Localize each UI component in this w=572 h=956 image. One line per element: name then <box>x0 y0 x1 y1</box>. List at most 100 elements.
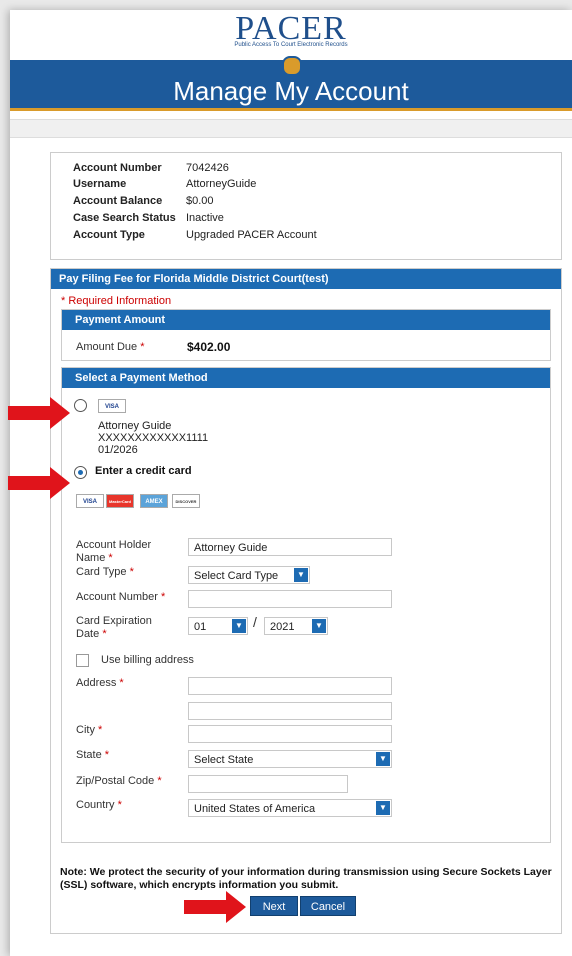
required-mark: * <box>117 799 122 811</box>
pacer-logo[interactable]: PACER Public Access To Court Electronic … <box>10 10 572 49</box>
required-mark: * <box>119 677 124 689</box>
username-row: Username AttorneyGuide <box>73 177 256 191</box>
expiry-year-select[interactable]: 2021 ▼ <box>264 617 328 635</box>
amex-icon: AMEX <box>140 494 168 508</box>
account-number-row: Account Number 7042426 <box>73 161 229 175</box>
use-billing-address-checkbox[interactable] <box>76 654 89 667</box>
saved-card-expiry: 01/2026 <box>98 444 138 456</box>
visa-card-icon: VISA <box>98 399 126 413</box>
account-summary: Account Number 7042426 Username AttorneyGu… <box>50 152 562 260</box>
card-type-label-text: Card Type <box>76 566 127 578</box>
required-info-note: * Required Information <box>61 295 172 307</box>
chevron-down-icon: ▼ <box>376 752 390 766</box>
required-mark: * <box>129 566 134 578</box>
card-expiration-label-text: Card Expiration Date <box>76 615 152 640</box>
required-mark: * <box>98 724 103 736</box>
address-line2-input[interactable] <box>188 702 392 720</box>
address-label-text: Address <box>76 677 117 689</box>
account-balance-label: Account Balance <box>73 195 163 207</box>
amount-due-value: $402.00 <box>187 340 231 354</box>
mastercard-icon: MasterCard <box>106 494 134 508</box>
zip-label: Zip/Postal Code * <box>76 775 162 788</box>
required-mark: * <box>140 341 145 353</box>
saved-card-radio[interactable] <box>74 399 87 412</box>
account-type-label: Account Type <box>73 229 145 241</box>
expiry-month-select[interactable]: 01 ▼ <box>188 617 248 635</box>
chevron-down-icon: ▼ <box>294 568 308 582</box>
username-value: AttorneyGuide <box>186 178 257 190</box>
toolbar-strip <box>10 119 572 138</box>
ssl-note: Note: We protect the security of your in… <box>60 866 552 891</box>
address-line1-input[interactable] <box>188 677 392 695</box>
payment-amount-header: Payment Amount <box>62 310 550 330</box>
account-type-row: Account Type Upgraded PACER Account <box>73 228 317 242</box>
country-label: Country * <box>76 799 122 812</box>
case-search-status-label: Case Search Status <box>73 212 176 224</box>
expiry-separator: / <box>253 614 257 630</box>
card-expiration-label: Card Expiration Date * <box>76 615 166 641</box>
enter-card-radio[interactable] <box>74 466 87 479</box>
payment-method-section: Select a Payment Method VISA Attorney Gu… <box>61 367 551 843</box>
expiry-year-value: 2021 <box>270 621 295 633</box>
pillar-icon <box>282 56 302 76</box>
zip-label-text: Zip/Postal Code <box>76 775 155 787</box>
next-button[interactable]: Next <box>250 896 298 916</box>
account-number-label-text: Account Number <box>76 591 158 603</box>
city-label-text: City <box>76 724 95 736</box>
holder-name-label: Account Holder Name * <box>76 539 171 565</box>
case-search-status-value: Inactive <box>186 212 224 224</box>
card-type-label: Card Type * <box>76 566 134 579</box>
state-label: State * <box>76 749 109 762</box>
address-label: Address * <box>76 677 124 690</box>
expiry-month-value: 01 <box>194 621 207 633</box>
amount-due-label: Amount Due * <box>76 341 145 354</box>
required-mark: * <box>157 775 162 787</box>
city-label: City * <box>76 724 102 737</box>
required-mark: * <box>108 552 113 564</box>
annotation-arrow-icon <box>8 467 70 499</box>
account-number-value: 7042426 <box>186 162 229 174</box>
username-label: Username <box>73 178 127 190</box>
card-type-value: Select Card Type <box>194 570 279 582</box>
state-label-text: State <box>76 749 102 761</box>
country-value: United States of America <box>194 803 316 815</box>
account-balance-row: Account Balance $0.00 <box>73 194 214 208</box>
country-select[interactable]: United States of America ▼ <box>188 799 392 817</box>
card-type-select[interactable]: Select Card Type ▼ <box>188 566 310 584</box>
annotation-arrow-icon <box>8 397 70 429</box>
case-search-status-row: Case Search Status Inactive <box>73 211 224 225</box>
pay-filing-fee-panel: Pay Filing Fee for Florida Middle Distri… <box>50 268 562 934</box>
payment-amount-section: Payment Amount Amount Due * $402.00 <box>61 309 551 361</box>
account-number-label: Account Number * <box>76 591 165 604</box>
account-number-label: Account Number <box>73 162 162 174</box>
payment-method-header: Select a Payment Method <box>62 368 550 388</box>
visa-icon: VISA <box>76 494 104 508</box>
page-title: Manage My Account <box>173 76 409 106</box>
account-balance-value: $0.00 <box>186 195 214 207</box>
chevron-down-icon: ▼ <box>376 801 390 815</box>
holder-name-input[interactable]: Attorney Guide <box>188 538 392 556</box>
logo-subtitle: Public Access To Court Electronic Record… <box>234 42 348 48</box>
holder-name-label-text: Account Holder Name <box>76 539 152 564</box>
cancel-button[interactable]: Cancel <box>300 896 356 916</box>
state-value: Select State <box>194 754 254 766</box>
account-number-input[interactable] <box>188 590 392 608</box>
account-type-value: Upgraded PACER Account <box>186 229 317 241</box>
chevron-down-icon: ▼ <box>232 619 246 633</box>
required-mark: * <box>102 628 107 640</box>
page: PACER Public Access To Court Electronic … <box>8 10 572 956</box>
use-billing-address-label[interactable]: Use billing address <box>101 654 194 667</box>
state-select[interactable]: Select State ▼ <box>188 750 392 768</box>
country-label-text: Country <box>76 799 115 811</box>
logo-text: PACER <box>235 10 347 47</box>
required-mark: * <box>161 591 166 603</box>
panel-title: Pay Filing Fee for Florida Middle Distri… <box>51 269 561 289</box>
discover-icon: DISCOVER <box>172 494 200 508</box>
enter-card-label[interactable]: Enter a credit card <box>95 465 192 478</box>
city-input[interactable] <box>188 725 392 743</box>
amount-due-label-text: Amount Due <box>76 341 138 353</box>
annotation-arrow-icon <box>184 891 246 923</box>
chevron-down-icon: ▼ <box>312 619 326 633</box>
zip-input[interactable] <box>188 775 348 793</box>
required-mark: * <box>104 749 110 761</box>
